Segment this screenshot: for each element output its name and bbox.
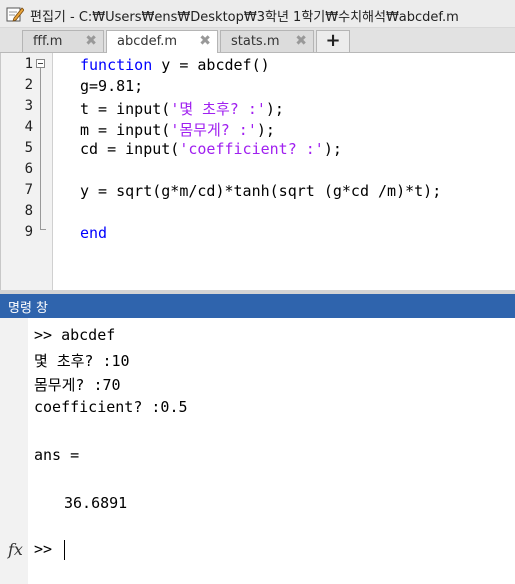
fold-guide	[40, 68, 41, 229]
command-output-line: ans =	[34, 446, 80, 464]
code-text: y = abcdef()	[152, 56, 270, 74]
plus-icon: +	[325, 30, 341, 51]
tab-label: fff.m	[33, 34, 63, 49]
fold-guide-end	[40, 229, 46, 230]
line-number-gutter: 1 2 3 4 5 6 7 8 9	[1, 53, 53, 290]
command-output-line: >> abcdef	[34, 326, 116, 344]
command-output-line: 몸무게? :70	[34, 376, 121, 394]
code-text: g=9.81;	[80, 77, 144, 95]
title-bar: 편집기 - C:₩Users₩ens₩Desktop₩3학년 1학기₩수치해석₩…	[0, 0, 515, 28]
line-number: 2	[24, 77, 33, 93]
line-number: 6	[24, 161, 33, 177]
window-title: 편집기 - C:₩Users₩ens₩Desktop₩3학년 1학기₩수치해석₩…	[30, 10, 459, 25]
command-window-title: 명령 창	[8, 301, 49, 316]
code-text: );	[265, 100, 284, 118]
string-literal: '몸무게? :'	[170, 121, 257, 139]
code-line-2: g=9.81;	[80, 77, 143, 95]
code-editor[interactable]: 1 2 3 4 5 6 7 8 9 function y = abcdef() …	[0, 53, 515, 290]
answer-value: 36.6891	[64, 494, 128, 512]
code-line-4: m = input('몸무게? :');	[80, 119, 275, 140]
fold-toggle-icon[interactable]	[36, 59, 45, 68]
code-line-3: t = input('몇 초후? :');	[80, 98, 284, 119]
close-icon[interactable]: ✖	[85, 33, 97, 49]
command-window-header: 명령 창	[0, 294, 515, 318]
string-literal: '몇 초후? :'	[170, 100, 266, 118]
string-literal: 'coefficient? :'	[179, 140, 324, 158]
line-number: 5	[24, 140, 33, 156]
line-number: 8	[24, 203, 33, 219]
code-line-7: y = sqrt(g*m/cd)*tanh(sqrt (g*cd /m)*t);	[80, 182, 441, 200]
close-icon[interactable]: ✖	[199, 33, 211, 49]
code-text: );	[323, 140, 342, 158]
editor-tab-bar: fff.m ✖ abcdef.m ✖ stats.m ✖ +	[0, 28, 515, 53]
line-number: 9	[24, 224, 33, 240]
line-number: 1	[24, 56, 33, 72]
code-text: y = sqrt(g*m/cd)*tanh(sqrt (g*cd /m)*t);	[80, 182, 442, 200]
line-number: 7	[24, 182, 33, 198]
command-prompt[interactable]: >>	[34, 540, 52, 558]
tab-label: abcdef.m	[117, 34, 178, 49]
keyword: end	[80, 224, 108, 242]
code-line-1: function y = abcdef()	[80, 56, 270, 74]
tab-stats[interactable]: stats.m ✖	[220, 30, 314, 52]
close-icon[interactable]: ✖	[295, 33, 307, 49]
line-number: 3	[24, 98, 33, 114]
text-cursor	[64, 540, 65, 560]
add-tab-button[interactable]: +	[316, 30, 350, 52]
code-text: );	[256, 121, 275, 139]
editor-pencil-icon	[6, 7, 24, 22]
tab-abcdef[interactable]: abcdef.m ✖	[106, 30, 218, 53]
code-text: m = input(	[80, 121, 171, 139]
command-output-line: 몇 초후? :10	[34, 352, 130, 370]
line-number: 4	[24, 119, 33, 135]
function-browser-icon[interactable]: fx	[8, 540, 23, 559]
code-text: cd = input(	[80, 140, 180, 158]
tab-label: stats.m	[231, 34, 280, 49]
keyword: function	[80, 56, 153, 74]
code-text: t = input(	[80, 100, 171, 118]
command-output-line: coefficient? :0.5	[34, 398, 188, 416]
code-line-9: end	[80, 224, 107, 242]
code-line-5: cd = input('coefficient? :');	[80, 140, 342, 158]
command-window[interactable]: >> abcdef 몇 초후? :10 몸무게? :70 coefficient…	[0, 318, 515, 584]
tab-fff[interactable]: fff.m ✖	[22, 30, 104, 52]
